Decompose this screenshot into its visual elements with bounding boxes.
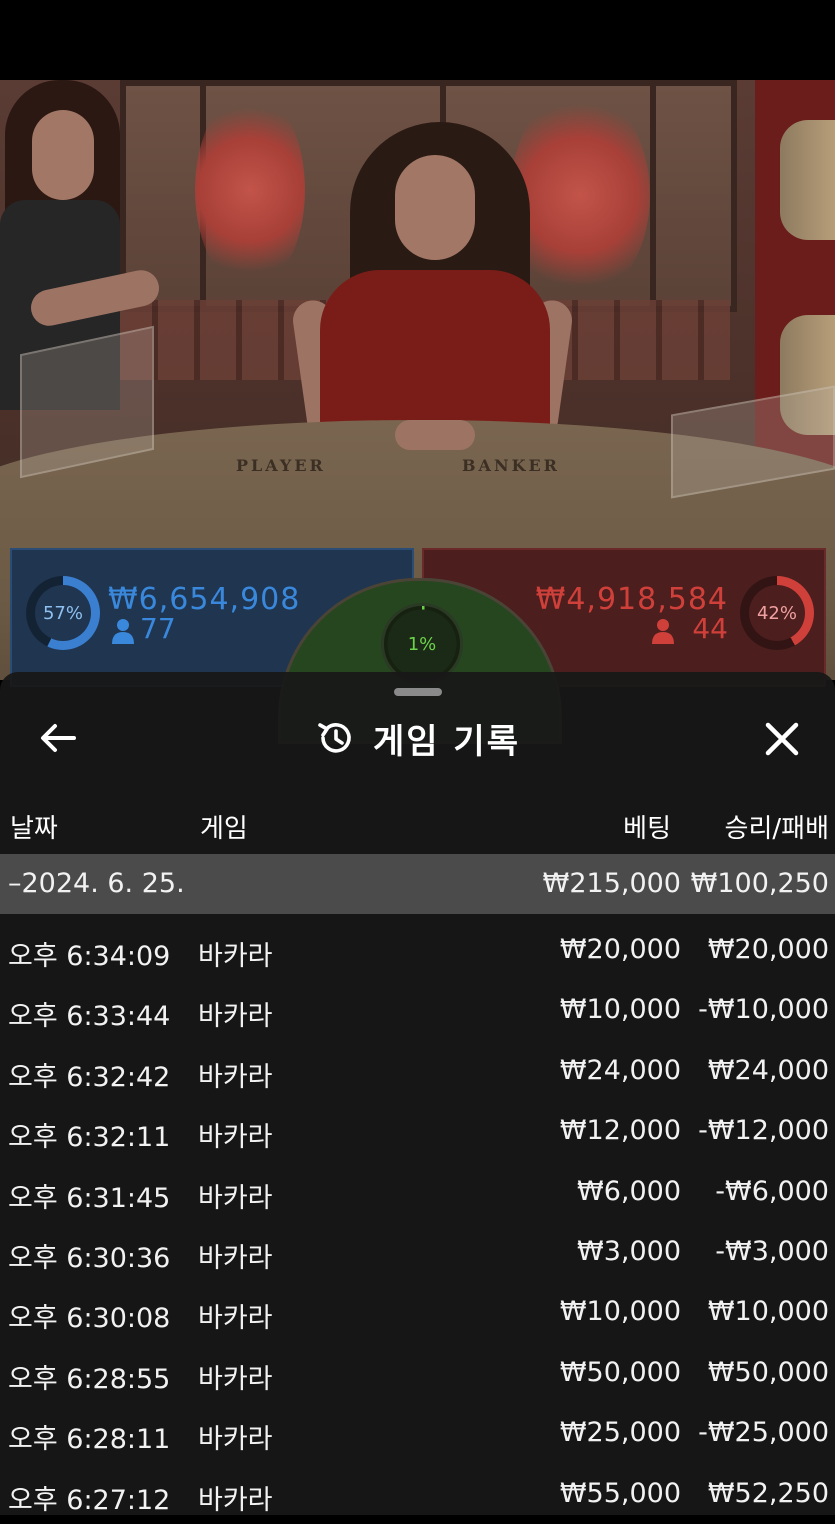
row-bet: ₩55,000 xyxy=(559,1477,681,1509)
row-bet: ₩6,000 xyxy=(577,1175,681,1207)
player-bet-amount: ₩6,654,908 xyxy=(108,582,301,617)
row-time: 오후 6:27:12 xyxy=(8,1484,171,1516)
date-group-bet-total: ₩215,000 xyxy=(542,868,681,899)
dealer-face xyxy=(395,155,475,260)
row-time: 오후 6:33:44 xyxy=(8,1001,171,1033)
banker-count: 44 xyxy=(692,612,728,645)
banker-percent-ring: 42% xyxy=(740,576,814,650)
row-time: 오후 6:28:55 xyxy=(8,1363,171,1395)
history-row[interactable]: 오후 6:31:45 바카라 ₩6,000 -₩6,000 xyxy=(0,1162,835,1222)
person-icon xyxy=(112,618,134,648)
table-label-banker: BANKER xyxy=(462,456,560,475)
history-row[interactable]: 오후 6:32:11 바카라 ₩12,000 -₩12,000 xyxy=(0,1101,835,1161)
row-game: 바카라 xyxy=(198,1122,273,1154)
row-result: -₩6,000 xyxy=(715,1175,829,1207)
row-game: 바카라 xyxy=(198,1061,273,1093)
row-bet: ₩3,000 xyxy=(577,1236,681,1267)
row-bet: ₩24,000 xyxy=(559,1054,681,1086)
dealer xyxy=(320,270,550,440)
row-result: ₩24,000 xyxy=(707,1054,829,1086)
row-game: 바카라 xyxy=(198,1001,273,1033)
status-bar-area xyxy=(0,0,835,80)
date-group-date: –2024. 6. 25. xyxy=(8,868,185,899)
row-result: -₩10,000 xyxy=(698,994,829,1026)
row-game: 바카라 xyxy=(198,941,273,972)
player-percent: 57% xyxy=(35,585,91,641)
player-percent-ring: 57% xyxy=(26,576,100,650)
row-game: 바카라 xyxy=(198,1363,273,1395)
date-group-row[interactable]: –2024. 6. 25. ₩215,000 ₩100,250 xyxy=(0,854,835,914)
close-icon xyxy=(765,722,799,756)
column-header-bet[interactable]: 베팅 xyxy=(623,808,671,845)
history-row[interactable]: 오후 6:34:09 바카라 ₩20,000 ₩20,000 xyxy=(0,920,835,980)
row-bet: ₩20,000 xyxy=(559,934,681,965)
column-header-winloss[interactable]: 승리/패배 xyxy=(725,808,829,845)
row-time: 오후 6:31:45 xyxy=(8,1182,171,1214)
row-game: 바카라 xyxy=(198,1243,273,1274)
row-result: ₩50,000 xyxy=(707,1356,829,1388)
wall-panel xyxy=(650,80,737,312)
person-icon xyxy=(652,618,674,648)
row-bet: ₩10,000 xyxy=(559,1296,681,1328)
blossom-decoration xyxy=(510,90,650,300)
row-result: ₩10,000 xyxy=(707,1296,829,1328)
history-row[interactable]: 오후 6:28:11 바카라 ₩25,000 -₩25,000 xyxy=(0,1403,835,1463)
row-bet: ₩10,000 xyxy=(559,994,681,1026)
row-time: 오후 6:32:42 xyxy=(8,1061,171,1093)
column-header-date[interactable]: 날짜 xyxy=(10,808,58,845)
row-time: 오후 6:34:09 xyxy=(8,941,171,972)
close-button[interactable] xyxy=(757,714,807,764)
row-result: -₩25,000 xyxy=(698,1417,829,1449)
history-row[interactable]: 오후 6:32:42 바카라 ₩24,000 ₩24,000 xyxy=(0,1041,835,1101)
row-game: 바카라 xyxy=(198,1182,273,1214)
row-game: 바카라 xyxy=(198,1303,273,1335)
row-time: 오후 6:32:11 xyxy=(8,1122,171,1154)
date-group-winloss-total: ₩100,250 xyxy=(690,868,829,899)
row-result: ₩20,000 xyxy=(707,934,829,965)
lantern xyxy=(780,120,835,240)
row-game: 바카라 xyxy=(198,1424,273,1456)
row-game: 바카라 xyxy=(198,1484,273,1516)
row-time: 오후 6:28:11 xyxy=(8,1424,171,1456)
row-result: -₩12,000 xyxy=(698,1115,829,1147)
row-bet: ₩12,000 xyxy=(559,1115,681,1147)
drag-handle[interactable] xyxy=(394,688,442,696)
sheet-header: 게임 기록 xyxy=(0,710,835,766)
tie-percent: 1% xyxy=(407,633,437,655)
history-row[interactable]: 오후 6:30:08 바카라 ₩10,000 ₩10,000 xyxy=(0,1282,835,1342)
player-count: 77 xyxy=(140,612,176,645)
row-bet: ₩25,000 xyxy=(559,1417,681,1449)
sheet-title: 게임 기록 xyxy=(373,721,520,762)
history-row[interactable]: 오후 6:30:36 바카라 ₩3,000 -₩3,000 xyxy=(0,1222,835,1282)
table-label-player: PLAYER xyxy=(236,456,326,475)
history-row[interactable]: 오후 6:33:44 바카라 ₩10,000 -₩10,000 xyxy=(0,980,835,1040)
row-time: 오후 6:30:36 xyxy=(8,1243,171,1274)
banker-percent: 42% xyxy=(749,585,805,641)
row-result: ₩52,250 xyxy=(707,1477,829,1509)
blossom-decoration xyxy=(195,90,305,290)
column-header-game[interactable]: 게임 xyxy=(200,808,248,845)
row-result: -₩3,000 xyxy=(715,1236,829,1267)
game-history-sheet: 게임 기록 날짜 게임 베팅 승리/패배 –2024. 6. 25. ₩215,… xyxy=(0,672,835,1516)
dealer-hands xyxy=(395,420,475,450)
history-icon xyxy=(318,723,351,753)
history-row[interactable]: 오후 6:28:55 바카라 ₩50,000 ₩50,000 xyxy=(0,1343,835,1403)
row-bet: ₩50,000 xyxy=(559,1356,681,1388)
row-time: 오후 6:30:08 xyxy=(8,1303,171,1335)
